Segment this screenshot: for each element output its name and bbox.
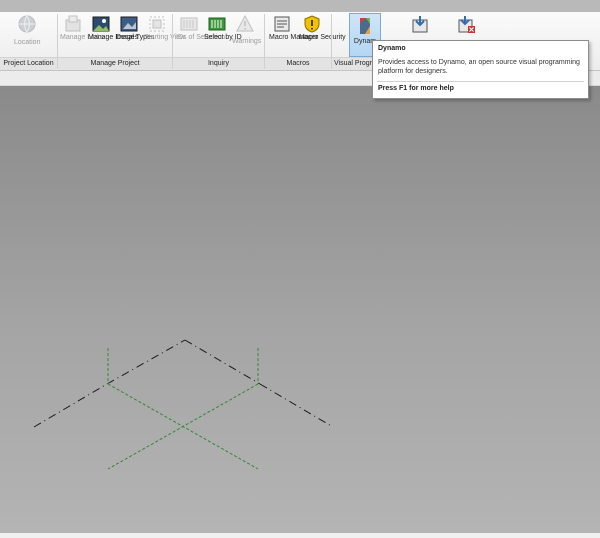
- starting-view-icon: [149, 16, 165, 32]
- panel-label-inquiry: Inquiry: [173, 57, 264, 70]
- dash-dot-line-left-upper: [106, 339, 186, 385]
- manage-links-button[interactable]: Manage Links: [60, 14, 104, 42]
- panel-label-project-location: Project Location: [0, 57, 57, 70]
- panel-label-manage-project: Manage Project: [58, 57, 172, 70]
- warnings-icon: [236, 14, 254, 32]
- tooltip-description: Provides access to Dynamo, an open sourc…: [378, 59, 580, 75]
- dynamo-tooltip: Dynamo Provides access to Dynamo, an ope…: [372, 40, 589, 99]
- location-button[interactable]: Location: [14, 14, 40, 47]
- warnings-label: Warnings: [232, 38, 262, 45]
- manage-images-icon: [92, 16, 110, 32]
- globe-icon: [18, 15, 36, 33]
- macro-security-button[interactable]: Macro Security: [299, 14, 346, 42]
- location-label: Location: [14, 39, 41, 46]
- ids-of-selection-button[interactable]: IDs of Selection: [176, 14, 226, 42]
- macro-security-icon: [304, 15, 320, 33]
- dynamo-icon: [360, 18, 370, 34]
- manage-links-label: Manage Links: [60, 34, 104, 41]
- select-by-id-label: Select by ID: [204, 34, 242, 41]
- ids-of-selection-label: IDs of Selection: [176, 34, 226, 41]
- dash-dot-lines: [33, 339, 334, 428]
- warnings-button[interactable]: Warnings: [232, 14, 262, 46]
- tooltip-help-hint: Press F1 for more help: [378, 85, 454, 92]
- window-top-strip: [0, 0, 600, 12]
- macro-manager-icon: [274, 16, 290, 32]
- hidden-lines: [107, 348, 259, 470]
- manage-images-button[interactable]: Manage Images: [88, 14, 139, 42]
- starting-view-label: Starting View: [144, 34, 186, 41]
- select-by-id-button[interactable]: Select by ID: [204, 14, 242, 42]
- select-by-id-icon: [208, 17, 226, 31]
- panel-inquiry: IDs of Selection Select by ID Warnings I…: [173, 12, 264, 70]
- decal-types-button[interactable]: Decal Types: [116, 14, 155, 42]
- manage-links-icon: [65, 15, 81, 32]
- dash-dot-line-right-upper: [184, 339, 261, 385]
- panel-manage-project: Manage Links Manage Images Decal Types S…: [58, 12, 186, 70]
- decal-types-label: Decal Types: [116, 34, 155, 41]
- tooltip-divider: [377, 81, 584, 82]
- dash-dot-line-left-lower: [33, 383, 108, 428]
- load-addin-icon: [412, 16, 428, 33]
- drawing-canvas[interactable]: [0, 86, 600, 533]
- macro-manager-button[interactable]: Macro Manager: [269, 14, 319, 42]
- starting-view-button[interactable]: Starting View: [144, 14, 186, 42]
- macro-security-label: Macro Security: [299, 34, 346, 41]
- remove-addin-button[interactable]: [453, 14, 479, 34]
- panel-macros: Macro Manager Macro Security Macros: [265, 12, 346, 70]
- manage-images-label: Manage Images: [88, 34, 139, 41]
- ids-of-selection-icon: [180, 17, 198, 31]
- dash-dot-line-right-lower: [259, 383, 334, 428]
- load-addin-button[interactable]: [407, 14, 433, 34]
- model-view: [33, 339, 334, 470]
- decal-types-icon: [120, 16, 138, 32]
- macro-manager-label: Macro Manager: [269, 34, 319, 41]
- panel-project-location: Location Project Location: [0, 12, 57, 70]
- remove-addin-icon: [458, 16, 475, 33]
- panel-label-macros: Macros: [265, 57, 331, 70]
- tooltip-title: Dynamo: [378, 45, 406, 52]
